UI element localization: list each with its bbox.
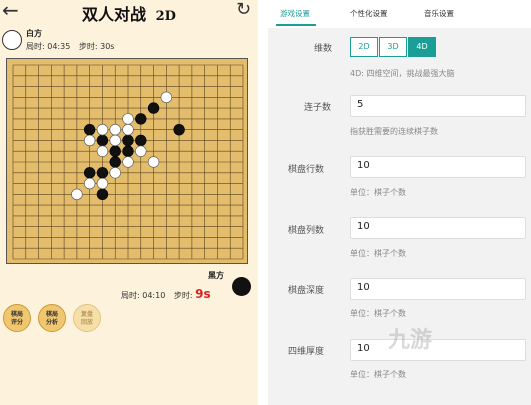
white-stone <box>109 167 121 179</box>
black-step-label: 步时: <box>173 291 193 300</box>
game-score-button-line1: 棋局 <box>10 311 23 318</box>
white-stone <box>96 145 109 157</box>
white-player-name: 白方 <box>26 29 42 38</box>
game-board[interactable] <box>6 58 248 264</box>
replay-button-line2: 回放 <box>80 319 93 326</box>
refresh-icon[interactable]: ↻ <box>236 0 251 20</box>
black-stone <box>122 145 134 157</box>
black-stone <box>173 123 185 136</box>
game-top-bar: ← 双人对战 2D ↻ <box>0 0 258 26</box>
white-stone <box>122 113 134 125</box>
tab-personalization[interactable]: 个性化设置 <box>350 8 388 19</box>
game-analysis-button-line2: 分析 <box>45 319 58 326</box>
white-player-timer: 局时: 04:35 步时: 30s <box>26 41 114 52</box>
board-depth-input[interactable]: 10 <box>350 278 526 300</box>
white-stone <box>83 134 96 147</box>
game-title: 双人对战 2D <box>0 1 258 25</box>
board-cols-input[interactable]: 10 <box>350 217 526 239</box>
board-rows-description: 单位：棋子个数 <box>350 188 406 197</box>
white-step-label: 步时: <box>78 42 98 51</box>
black-stone <box>109 145 121 157</box>
black-stone <box>135 113 147 125</box>
white-stone <box>71 188 83 201</box>
white-total-time: 04:35 <box>47 42 71 51</box>
white-stone <box>122 123 134 136</box>
black-stone <box>109 156 121 168</box>
dimension-option-4d[interactable]: 4D <box>408 37 436 57</box>
game-analysis-button-line1: 棋局 <box>45 311 58 318</box>
black-stone <box>96 167 109 179</box>
game-analysis-button[interactable]: 棋局 分析 <box>38 304 66 332</box>
hyper-thickness-label: 四维厚度 <box>288 347 325 357</box>
hyper-thickness-input[interactable]: 10 <box>350 339 526 361</box>
game-screen: ← 双人对战 2D ↻ 白方 局时: 04:35 步时: 30s 黑方 局时: … <box>0 0 258 405</box>
white-step-time: 30s <box>100 42 115 51</box>
black-player-timer: 局时: 04:10 步时: 9s <box>121 287 211 301</box>
settings-tabs: 游戏设置 个性化设置 音乐设置 <box>268 0 531 28</box>
white-stone <box>122 156 134 168</box>
black-stone <box>83 123 96 136</box>
black-player-name: 黑方 <box>208 271 224 280</box>
board-cols-label: 棋盘列数 <box>288 226 325 236</box>
dimension-option-3d[interactable]: 3D <box>379 37 407 57</box>
connect-count-description: 指获胜需要的连续棋子数 <box>350 127 438 136</box>
hyper-thickness-description: 单位：棋子个数 <box>350 370 406 379</box>
tab-game-settings[interactable]: 游戏设置 <box>280 8 310 19</box>
black-total-label: 局时: <box>121 291 140 300</box>
board-cols-description: 单位：棋子个数 <box>350 249 406 258</box>
replay-button[interactable]: 复盘 回放 <box>73 304 101 332</box>
black-stone <box>96 188 109 201</box>
white-stone <box>160 91 173 104</box>
board-rows-input[interactable]: 10 <box>350 156 526 178</box>
dimension-label: 维数 <box>314 44 333 54</box>
game-score-button[interactable]: 棋局 评分 <box>3 304 31 332</box>
game-mode-text: 2D <box>155 9 176 24</box>
white-stone <box>96 177 109 190</box>
white-player-avatar <box>2 30 22 50</box>
black-stone <box>135 134 147 147</box>
white-stone <box>96 123 109 136</box>
black-stone <box>96 134 109 147</box>
board-depth-description: 单位：棋子个数 <box>350 309 406 318</box>
black-player-avatar <box>232 277 251 296</box>
replay-button-line1: 复盘 <box>80 311 93 318</box>
dimension-description: 4D: 四维空间，挑战最强大脑 <box>350 69 455 78</box>
board-depth-label: 棋盘深度 <box>288 286 325 296</box>
white-stone <box>109 123 121 136</box>
white-stone <box>147 156 160 168</box>
active-tab-underline <box>276 24 316 26</box>
black-stone <box>147 102 160 114</box>
settings-panel: 游戏设置 个性化设置 音乐设置 维数 2D 3D 4D 4D: 四维空间，挑战最… <box>268 0 531 405</box>
screenshot-root: ← 双人对战 2D ↻ 白方 局时: 04:35 步时: 30s 黑方 局时: … <box>0 0 531 405</box>
tab-music-settings[interactable]: 音乐设置 <box>424 8 454 19</box>
white-stone <box>109 134 121 147</box>
board-rows-label: 棋盘行数 <box>288 165 325 175</box>
connect-count-label: 连子数 <box>304 103 332 113</box>
black-step-time: 9s <box>195 287 211 301</box>
dimension-option-2d[interactable]: 2D <box>350 37 378 57</box>
board-grid[interactable] <box>7 59 249 265</box>
black-stone <box>83 167 96 179</box>
white-total-label: 局时: <box>26 42 45 51</box>
white-stone <box>135 145 147 157</box>
connect-count-input[interactable]: 5 <box>350 95 526 117</box>
game-title-text: 双人对战 <box>82 5 147 24</box>
dimension-selector: 2D 3D 4D <box>350 37 437 57</box>
white-stone <box>83 177 96 190</box>
game-score-button-line2: 评分 <box>10 319 23 326</box>
watermark-logo: 九游 <box>388 328 433 353</box>
black-total-time: 04:10 <box>142 291 166 300</box>
black-stone <box>122 134 134 147</box>
